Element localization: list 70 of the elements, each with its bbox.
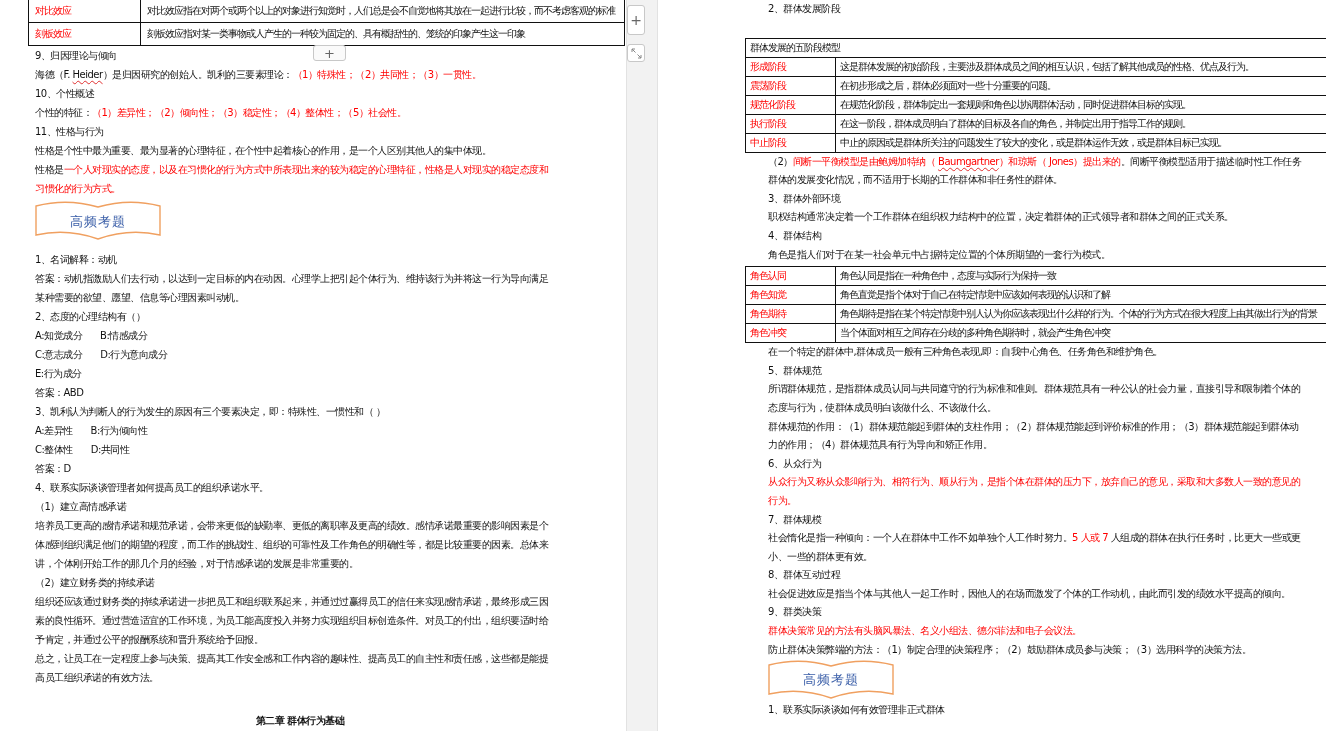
table-cell: 对比效应指在对两个或两个以上的对象进行知觉时，人们总是会不自觉地将其放在一起进行比较，而不考虑客观的标准 [140, 0, 625, 23]
paragraph: 群体决策常见的方法有头脑风暴法、名义小组法、德尔菲法和电子会议法。 [768, 624, 1083, 639]
paragraph: 1、名词解释：动机 [35, 253, 118, 267]
table-cell: 刻板效应指对某一类事物或人产生的一种较为固定的、具有概括性的、笼统的印象产生这一印象 [140, 22, 625, 46]
paragraph: （1）建立高情感承诺 [35, 500, 128, 514]
paragraph: 所谓群体规范，是指群体成员认同与共同遵守的行为标准和准则。群体规范具有一种公认的社会力量，直接引导和限制着个体的态度与行为，使群体成员明白该做什么、不该做什么。 [768, 382, 1301, 415]
section-heading: 8、群体互动过程 [768, 568, 841, 583]
section-heading: 10、个性概述 [35, 87, 95, 101]
table-cell: 执行阶段 [745, 114, 836, 134]
section-heading: 6、从众行为 [768, 456, 822, 471]
paragraph: 培养员工更高的感情承诺和规范承诺，会带来更低的缺勤率、更低的离职率及更高的绩效。感情承诺最重要的影响因素是个体感到组织满足他们的期望的程度，而工作的挑战性、组织的可靠性及工作角色的明确性等，都是比较重要的因素。总体来讲，个体刚开始工作的那几个月的经验，对于情感承诺的发展是非常重要的。 [35, 519, 550, 571]
section-heading: 9、归因理论与倾向 [35, 49, 117, 63]
paragraph: 总之，让员工在一定程度上参与决策、提高其工作安全感和工作内容的趣味性、提高员工的自主性和责任感，这些都是能提高员工组织承诺的有效方法。 [35, 652, 549, 685]
paragraph: 答案：动机指激励人们去行动，以达到一定目标的内在动因。心理学上把引起个体行为、维持该行为并将这一行为导向满足某种需要的欲望、愿望、信息等心理因素叫动机。 [35, 272, 549, 305]
answer-option: D:共同性 [90, 440, 130, 459]
section-heading: 11、性格与行为 [35, 125, 104, 139]
paragraph: 个性的特征：（1）差异性；（2）倾向性；（3）稳定性；（4）整体性；（5）社会性。 [35, 106, 408, 120]
paragraph: 社会惰化是指一种倾向：一个人在群体中工作不如单独个人工作时努力。5 人或 7 人组成的群体在执行任务时，比更大一些或更小、一些的群体更有效。 [768, 531, 1302, 564]
table-cell: 角色认同是指在一种角色中，态度与实际行为保持一致 [835, 266, 1326, 286]
table-cell: 角色知觉 [745, 285, 836, 305]
section-heading: 3、群体外部环境 [768, 191, 841, 206]
table-cell: 震荡阶段 [745, 76, 836, 96]
table-cell: 形成阶段 [745, 57, 836, 77]
paragraph: 在一个特定的群体中,群体成员一般有三种角色表现,即：自我中心角色、任务角色和维护角色。 [768, 345, 1164, 360]
paragraph: 防止群体决策弊端的方法：（1）制定合理的决策程序；（2）鼓励群体成员参与决策；（3）选用科学的决策方法。 [768, 642, 1253, 657]
answer-option: B:行为倾向性 [90, 421, 148, 440]
paragraph: 3、凯利认为判断人的行为发生的原因有三个要素决定，即：特殊性、一惯性和（ ） [35, 405, 387, 419]
section-heading: 7、群体规模 [768, 512, 822, 527]
paragraph: 答案：ABD [35, 386, 85, 400]
add-button[interactable]: + [627, 5, 645, 35]
section-heading: 4、群体结构 [768, 228, 822, 243]
section-heading: 2、群体发展阶段 [768, 2, 841, 16]
answer-option: C:整体性 [35, 440, 73, 459]
answer-option: A:知觉成分 [35, 326, 83, 345]
chapter-title: 第二章 群体行为基础 [254, 714, 346, 728]
paragraph: 海德（F. Heider）是归因研究的创始人。凯利的三要素理论：（1）特殊性；（2）共同性；（3）一贯性。 [35, 68, 483, 82]
paragraph: （2）间断一平衡模型是由鲍姆加特纳（ Baumgartner）和琼斯（ Jones）提出来的。间断平衡模型适用于描述临时性工作任务群体的发展变化情况，而不适用于长期的工作群体和非任务性的群体。 [768, 154, 1303, 188]
answer-option: E:行为成分 [35, 364, 82, 383]
table-cell: 中止阶段 [745, 133, 836, 153]
answer-option: C:意志成分 [35, 345, 83, 364]
paragraph: 群体规范的作用：（1）群体规范能起到群体的支柱作用；（2）群体规范能起到评价标准的作用；（3）群体规范能起到群体动力的作用；（4）群体规范具有行为导向和矫正作用。 [768, 419, 1300, 453]
paragraph: （2）建立财务类的持续承诺 [35, 576, 156, 590]
section-heading: 5、群体规范 [768, 363, 822, 378]
section-banner: 高频考题 [35, 201, 161, 241]
table-cell: 对比效应 [28, 0, 141, 23]
section-heading: 1、联系实际谈谈如何有效管理非正式群体 [768, 703, 945, 718]
paragraph: 组织还应该通过财务类的持续承诺进一步把员工和组织联系起来，并通过过赢得员工的信任来实现感情承诺，最终形成三因素的良性循环。通过营造适宜的工作环境，为员工能高度投入并努力实现组织目标创造条件。对员工的付出，组织要适时给予肯定，并通过公平的报酬系统和晋升系统给予回报。 [35, 595, 550, 647]
paragraph: 职权结构通常决定着一个工作群体在组织权力结构中的位置，决定着群体的正式领导者和群体之间的正式关系。 [768, 210, 1235, 225]
expand-button[interactable] [627, 44, 645, 62]
paragraph: 答案：D [35, 462, 72, 476]
add-row-button[interactable]: + [313, 45, 346, 61]
paragraph: 性格是个性中最为重要、最为显著的心理特征，在个性中起着核心的作用，是一个人区别其他人的集中体现。 [35, 144, 492, 158]
section-banner: 高频考题 [768, 660, 894, 701]
paragraph: 2、态度的心理结构有（） [35, 310, 147, 324]
paragraph: 4、联系实际谈谈管理者如何提高员工的组织承诺水平。 [35, 481, 270, 495]
paragraph: 社会促进效应是指当个体与其他人一起工作时，因他人的在场而激发了个体的工作动机，由此而引发的绩效水平提高的倾向。 [768, 586, 1292, 601]
table-cell: 角色期待 [745, 304, 836, 324]
paragraph: 从众行为又称从众影响行为、相符行为、顺从行为，是指个体在群体的压力下，放弃自己的意见，采取和大多数人一致的意见的行为。 [768, 475, 1301, 508]
expand-icon [630, 47, 642, 59]
table-caption: 群体发展的五阶段模型 [745, 38, 1326, 58]
answer-option: A:差异性 [35, 421, 73, 440]
table-cell: 规范化阶段 [745, 95, 836, 115]
table-cell: 角色冲突 [745, 323, 836, 343]
section-heading: 9、群类决策 [768, 605, 822, 620]
table-cell: 刻板效应 [28, 22, 141, 46]
answer-option: B:情感成分 [100, 326, 148, 345]
paragraph: 角色是指人们对于在某一社会单元中占据特定位置的个体所期望的一套行为模式。 [768, 247, 1111, 262]
paragraph: 性格是一个人对现实的态度，以及在习惯化的行为方式中所表现出来的较为稳定的心理特征，性格是人对现实的稳定态度和习惯化的行为方式。 [35, 163, 549, 196]
answer-option: D:行为意向成分 [100, 345, 168, 364]
table-cell: 角色认同 [745, 266, 836, 286]
